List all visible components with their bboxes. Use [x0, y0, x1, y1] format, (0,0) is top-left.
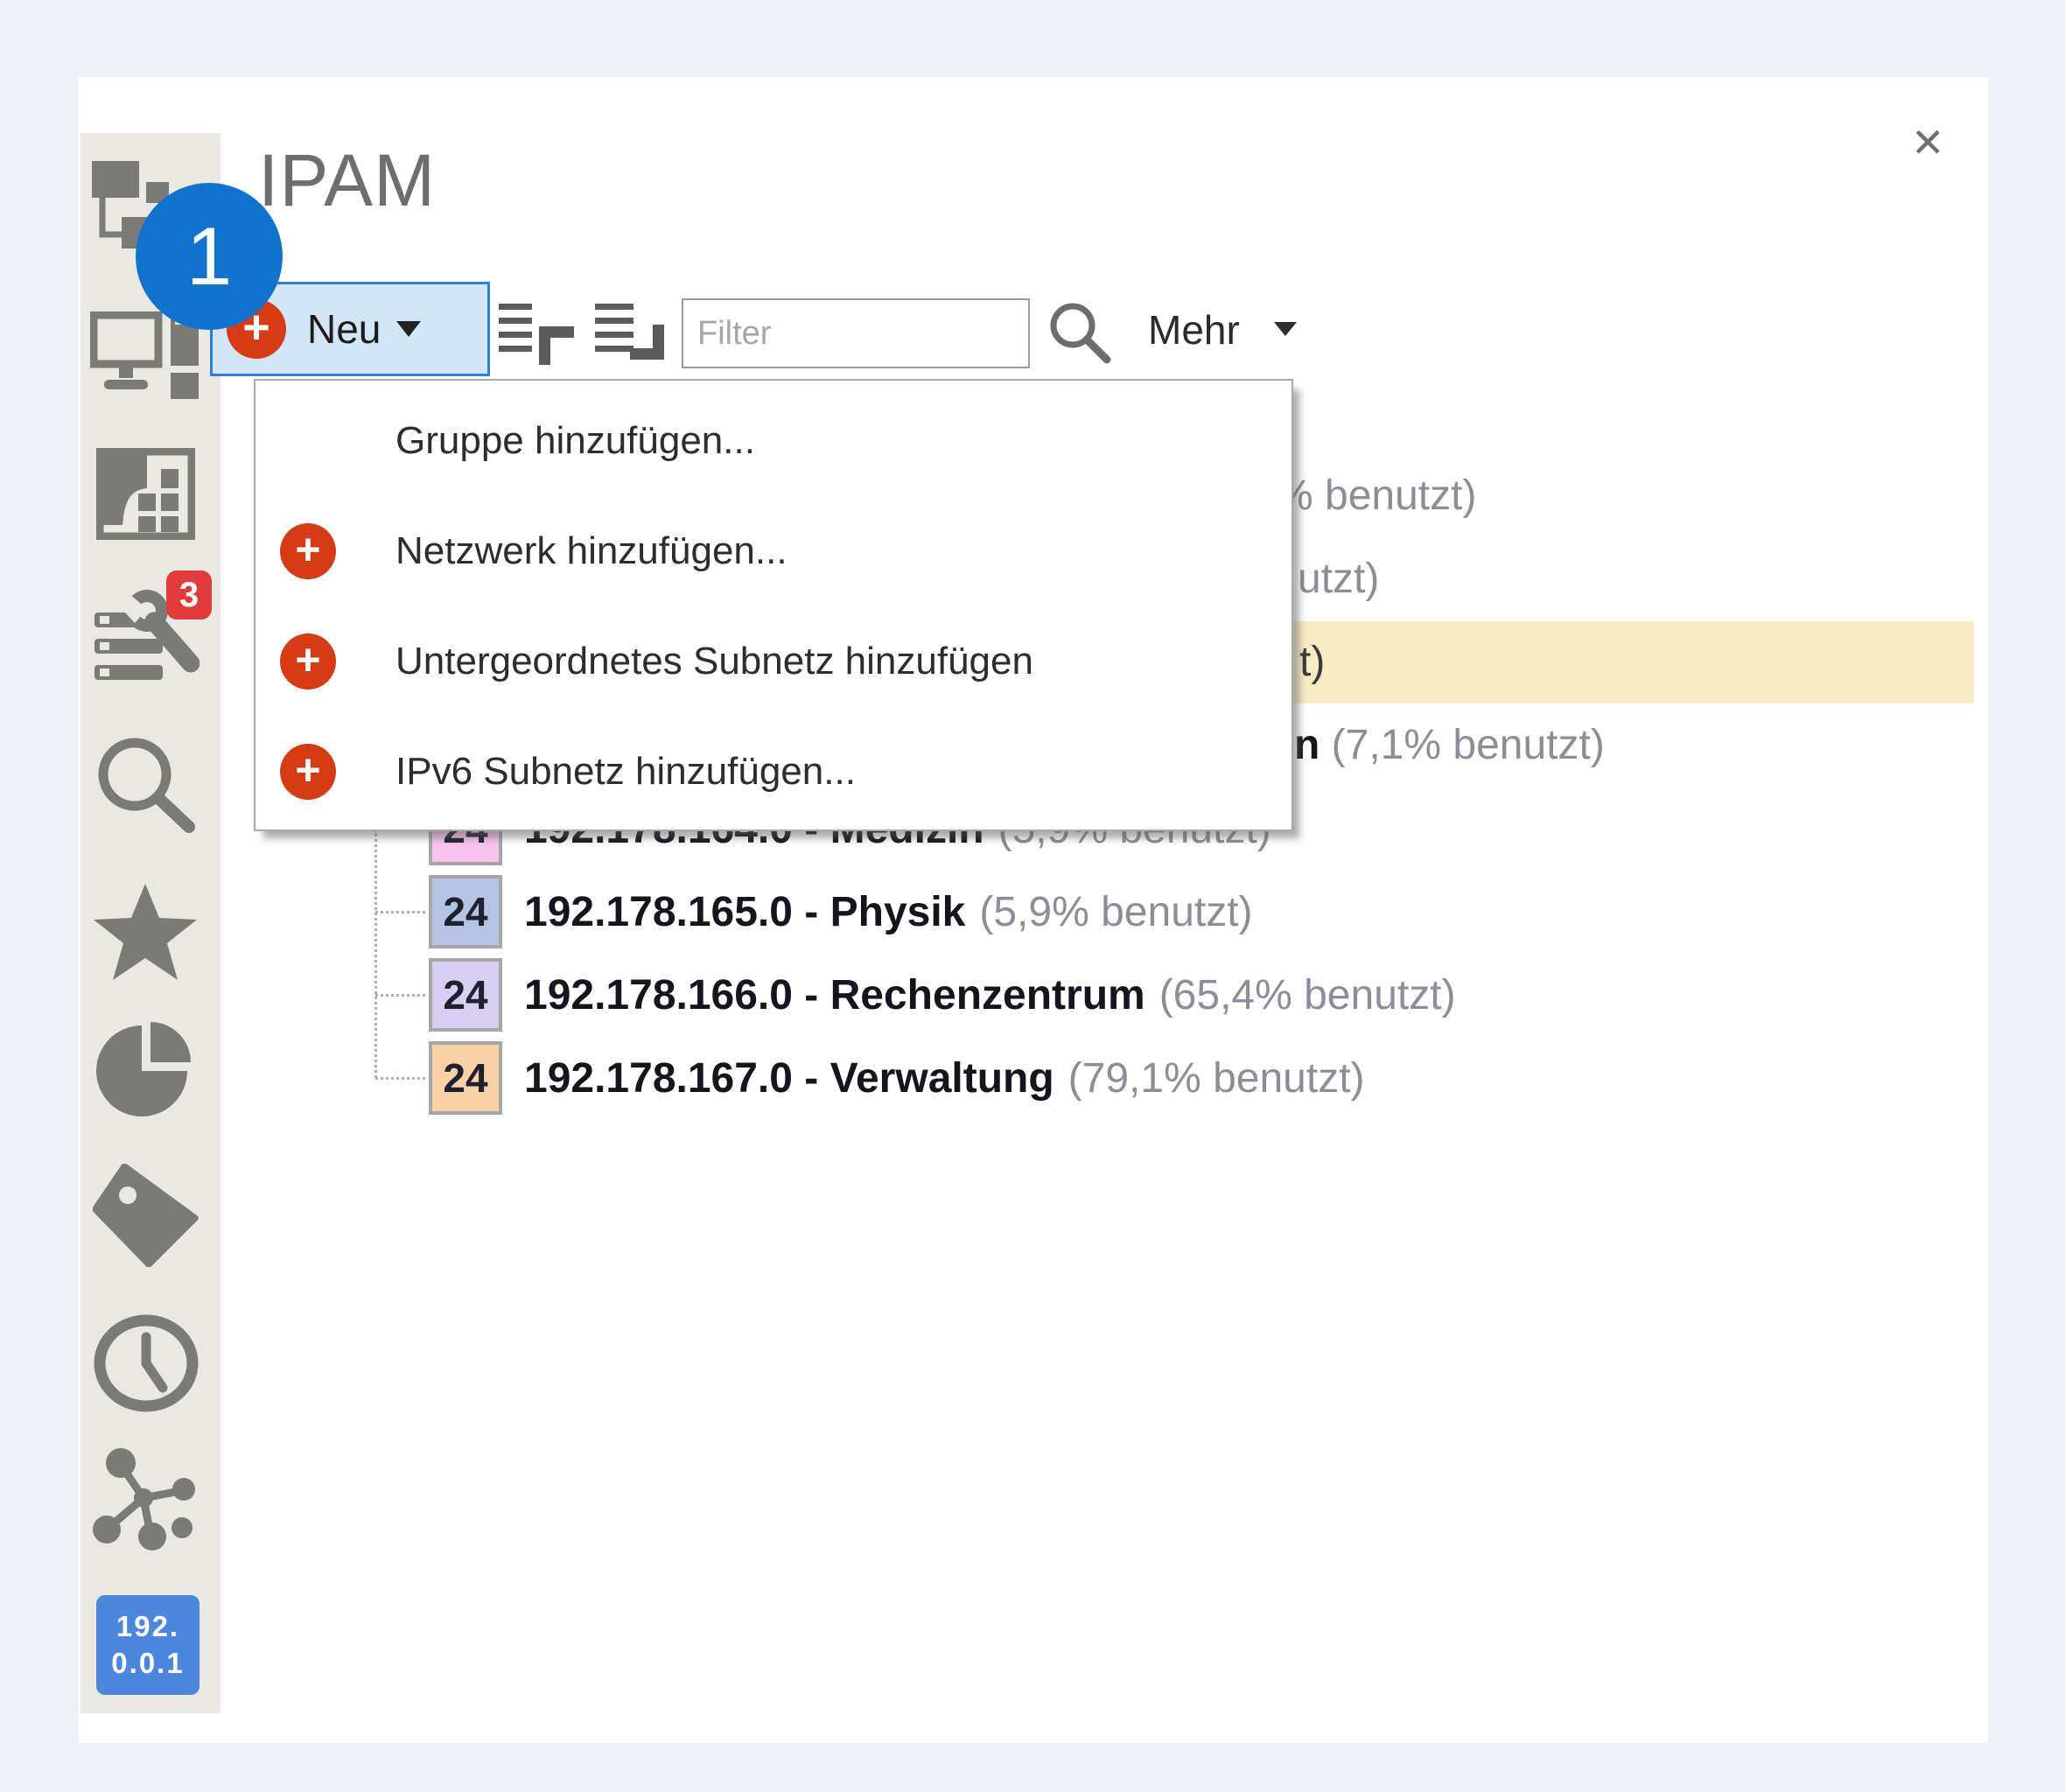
plus-icon: [280, 744, 336, 800]
history-clock-icon[interactable]: [93, 1314, 200, 1413]
chevron-down-icon: [396, 321, 421, 337]
search-icon[interactable]: [1047, 300, 1114, 371]
subnet-row[interactable]: 24 192.178.166.0 - Rechenzentrum (65,4% …: [429, 958, 1456, 1032]
page-title: IPAM: [258, 138, 436, 223]
subnet-address: 192.178.165.0 - Physik: [524, 888, 965, 936]
tags-icon[interactable]: [93, 1164, 200, 1267]
menu-item-untergeordnetes-subnetz[interactable]: Untergeordnetes Subnetz hinzufügen: [256, 606, 1292, 717]
subnet-prefix-badge: 24: [429, 1041, 502, 1115]
subnet-row[interactable]: 24 192.178.167.0 - Verwaltung (79,1% ben…: [429, 1041, 1365, 1115]
subnet-address: 192.178.166.0 - Rechenzentrum: [524, 971, 1145, 1019]
subnet-usage: (5,9% benutzt): [979, 888, 1252, 936]
subnet-row-fragment[interactable]: % benutzt): [1276, 472, 1476, 521]
sidebar-item-ipam-active[interactable]: 192. 0.0.1: [96, 1595, 200, 1695]
subnet-row-fragment[interactable]: t): [1299, 638, 1325, 687]
menu-item-label: Untergeordnetes Subnetz hinzufügen: [396, 640, 1033, 683]
cluster-graph-icon[interactable]: [93, 1447, 201, 1550]
floorplan-icon[interactable]: [96, 448, 195, 540]
reports-pie-icon[interactable]: [94, 1020, 200, 1123]
neu-button-label: Neu: [307, 305, 381, 353]
close-icon[interactable]: ✕: [1911, 119, 1945, 166]
mehr-button[interactable]: Mehr: [1148, 306, 1240, 354]
tree-connector-line: [374, 830, 377, 1078]
notification-badge: 3: [166, 570, 212, 620]
step-annotation-badge: 1: [136, 183, 283, 330]
menu-item-gruppe-hinzufuegen[interactable]: Gruppe hinzufügen...: [256, 386, 1292, 496]
filter-input[interactable]: [682, 298, 1030, 368]
tree-connector-line: [375, 911, 425, 914]
menu-item-netzwerk-hinzufuegen[interactable]: Netzwerk hinzufügen...: [256, 496, 1292, 606]
menu-item-label: Gruppe hinzufügen...: [396, 419, 755, 463]
favorites-star-icon[interactable]: [91, 884, 200, 980]
ip-chip-line1: 192.: [116, 1608, 179, 1645]
menu-item-label: IPv6 Subnetz hinzufügen...: [396, 750, 856, 794]
ipam-screen: { "page": { "title": "IPAM", "close_icon…: [0, 0, 2065, 1792]
search-sidebar-icon[interactable]: [93, 732, 198, 836]
subnet-row-fragment[interactable]: n (7,1% benutzt): [1294, 721, 1605, 770]
menu-item-label: Netzwerk hinzufügen...: [396, 529, 788, 573]
plus-icon: [280, 634, 336, 690]
subnet-usage: (65,4% benutzt): [1159, 971, 1456, 1019]
subnet-prefix-badge: 24: [429, 958, 502, 1032]
subnet-row-fragment[interactable]: utzt): [1298, 555, 1379, 604]
plus-icon: [280, 523, 336, 579]
subnet-address: 192.178.167.0 - Verwaltung: [524, 1054, 1054, 1102]
subnet-prefix-badge: 24: [429, 875, 502, 948]
tree-connector-line: [375, 994, 425, 997]
tree-connector-line: [375, 1077, 425, 1080]
collapse-all-icon[interactable]: [499, 302, 574, 373]
menu-item-ipv6-subnetz[interactable]: IPv6 Subnetz hinzufügen...: [256, 717, 1292, 827]
subnet-usage: (79,1% benutzt): [1068, 1054, 1365, 1102]
ip-chip-line2: 0.0.1: [111, 1645, 184, 1682]
chevron-down-icon[interactable]: [1274, 322, 1297, 336]
neu-dropdown-menu: Gruppe hinzufügen... Netzwerk hinzufügen…: [254, 379, 1293, 831]
subnet-row[interactable]: 24 192.178.165.0 - Physik (5,9% benutzt): [429, 875, 1253, 948]
expand-all-icon[interactable]: [595, 302, 670, 373]
